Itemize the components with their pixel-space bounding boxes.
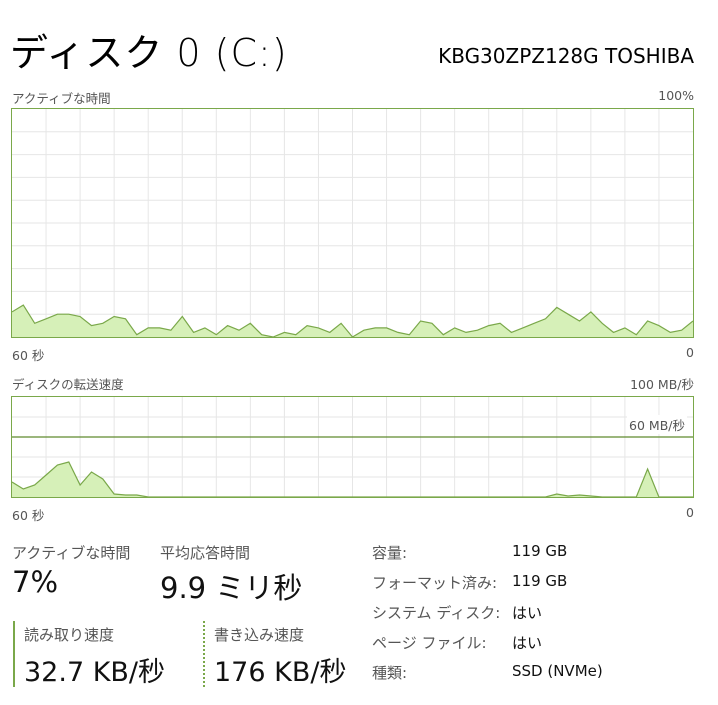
prop-label-page-file: ページ ファイル: [372, 634, 487, 652]
read-speed-stat-label: 読み取り速度 [24, 626, 115, 644]
prop-value-system-disk: はい [512, 604, 543, 622]
read-speed-indicator [13, 621, 15, 687]
active-time-graph [11, 108, 694, 338]
page-title: ディスク 0 (C:) [10, 31, 288, 75]
prop-value-formatted: 119 GB [512, 572, 568, 590]
prop-label-type: 種類: [372, 664, 408, 682]
active-time-graph-svg [12, 109, 693, 337]
prop-label-capacity: 容量: [372, 544, 408, 562]
transfer-max-label: 100 MB/秒 [630, 377, 694, 392]
active-time-stat-value: 7% [12, 565, 59, 599]
active-time-stat-label: アクティブな時間 [12, 544, 131, 562]
transfer-left-label: 60 秒 [12, 508, 45, 523]
prop-label-system-disk: システム ディスク: [372, 604, 501, 622]
avg-response-stat-value: 9.9 ミリ秒 [160, 571, 303, 605]
transfer-graph-svg [12, 397, 693, 497]
transfer-right-label: 0 [686, 505, 694, 520]
active-time-right-label: 0 [686, 345, 694, 360]
read-speed-stat-value: 32.7 KB/秒 [24, 657, 166, 688]
prop-value-page-file: はい [512, 634, 543, 652]
prop-value-type: SSD (NVMe) [512, 662, 603, 680]
avg-response-stat-label: 平均応答時間 [160, 544, 251, 562]
write-speed-stat-value: 176 KB/秒 [214, 657, 347, 688]
active-time-max-label: 100% [658, 88, 694, 103]
transfer-graph-label: ディスクの転送速度 [12, 377, 124, 392]
transfer-threshold-label: 60 MB/秒 [627, 415, 687, 434]
transfer-graph: 60 MB/秒 [11, 396, 694, 498]
write-speed-stat-label: 書き込み速度 [214, 626, 305, 644]
active-time-graph-label: アクティブな時間 [12, 91, 111, 106]
write-speed-indicator [203, 621, 205, 687]
prop-label-formatted: フォーマット済み: [372, 574, 498, 592]
prop-value-capacity: 119 GB [512, 542, 568, 560]
active-time-left-label: 60 秒 [12, 348, 45, 363]
disk-model-label: KBG30ZPZ128G TOSHIBA [438, 44, 694, 68]
